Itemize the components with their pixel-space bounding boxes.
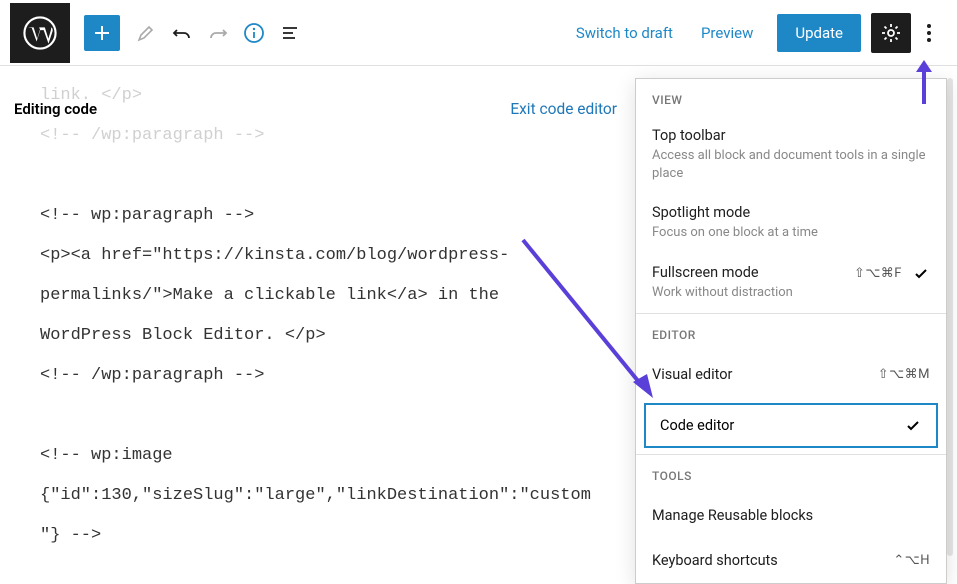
code-editor-option[interactable]: Code editor [644,403,938,448]
tools-section-label: TOOLS [636,455,946,493]
gear-icon [880,22,902,44]
check-icon [904,418,922,434]
undo-button[interactable] [164,15,200,51]
keyboard-shortcut: ⇧⌥⌘F [854,266,902,281]
code-line: <!-- wp:image [40,436,597,476]
code-line: permalinks/">Make a clickable link</a> i… [40,276,597,316]
redo-icon [207,22,229,44]
visual-editor-option[interactable]: Visual editor ⇧⌥⌘M [636,352,946,397]
update-button[interactable]: Update [777,14,861,52]
info-icon [243,22,265,44]
panel-scrollbar[interactable] [947,78,953,556]
code-line: "} --> [40,516,597,556]
redo-button[interactable] [200,15,236,51]
option-title: Code editor [660,417,734,434]
options-dropdown-panel: VIEW Top toolbar Access all block and do… [635,78,947,584]
check-icon [912,266,930,282]
option-title: Visual editor [652,366,732,383]
edit-mode-button[interactable] [128,15,164,51]
code-line: <!-- /wp:paragraph --> [40,116,597,156]
code-editor-content[interactable]: link. </p> <!-- /wp:paragraph --> <!-- w… [40,76,597,556]
add-block-button[interactable] [84,15,120,51]
code-line: WordPress Block Editor. </p> [40,316,597,356]
option-description: Access all block and document tools in a… [652,147,930,182]
outline-button[interactable] [272,15,308,51]
code-line: {"id":130,"sizeSlug":"large","linkDestin… [40,476,597,516]
code-line: <!-- wp:paragraph --> [40,196,597,236]
code-line: link. </p> [40,76,597,116]
spotlight-mode-option[interactable]: Spotlight mode Focus on one block at a t… [636,194,946,254]
top-toolbar: Switch to draft Preview Update [0,0,957,66]
option-description: Work without distraction [652,284,930,302]
keyboard-shortcut: ⌃⌥H [893,553,930,568]
kebab-icon [926,22,932,44]
settings-button[interactable] [871,13,911,53]
wordpress-icon [23,16,57,50]
fullscreen-mode-option[interactable]: Fullscreen mode ⇧⌥⌘F Work without distra… [636,254,946,314]
list-icon [280,23,300,43]
code-line: <p><a href="https://kinsta.com/blog/word… [40,236,597,276]
plus-icon [92,23,112,43]
wordpress-logo[interactable] [10,3,70,63]
option-title: Top toolbar [652,127,930,144]
more-options-button[interactable] [911,13,947,53]
undo-icon [171,22,193,44]
top-toolbar-option[interactable]: Top toolbar Access all block and documen… [636,117,946,194]
keyboard-shortcut: ⇧⌥⌘M [878,367,930,382]
option-title: Spotlight mode [652,204,930,221]
option-description: Focus on one block at a time [652,224,930,242]
option-title: Manage Reusable blocks [652,507,813,524]
preview-button[interactable]: Preview [687,16,767,50]
switch-to-draft-button[interactable]: Switch to draft [562,16,687,50]
view-section-label: VIEW [636,79,946,117]
code-line: <!-- /wp:paragraph --> [40,356,597,396]
keyboard-shortcuts-option[interactable]: Keyboard shortcuts ⌃⌥H [636,538,946,583]
manage-reusable-blocks-option[interactable]: Manage Reusable blocks [636,493,946,538]
editor-section-label: EDITOR [636,314,946,352]
option-title: Fullscreen mode [652,264,759,281]
info-button[interactable] [236,15,272,51]
option-title: Keyboard shortcuts [652,552,778,569]
pencil-icon [136,23,156,43]
